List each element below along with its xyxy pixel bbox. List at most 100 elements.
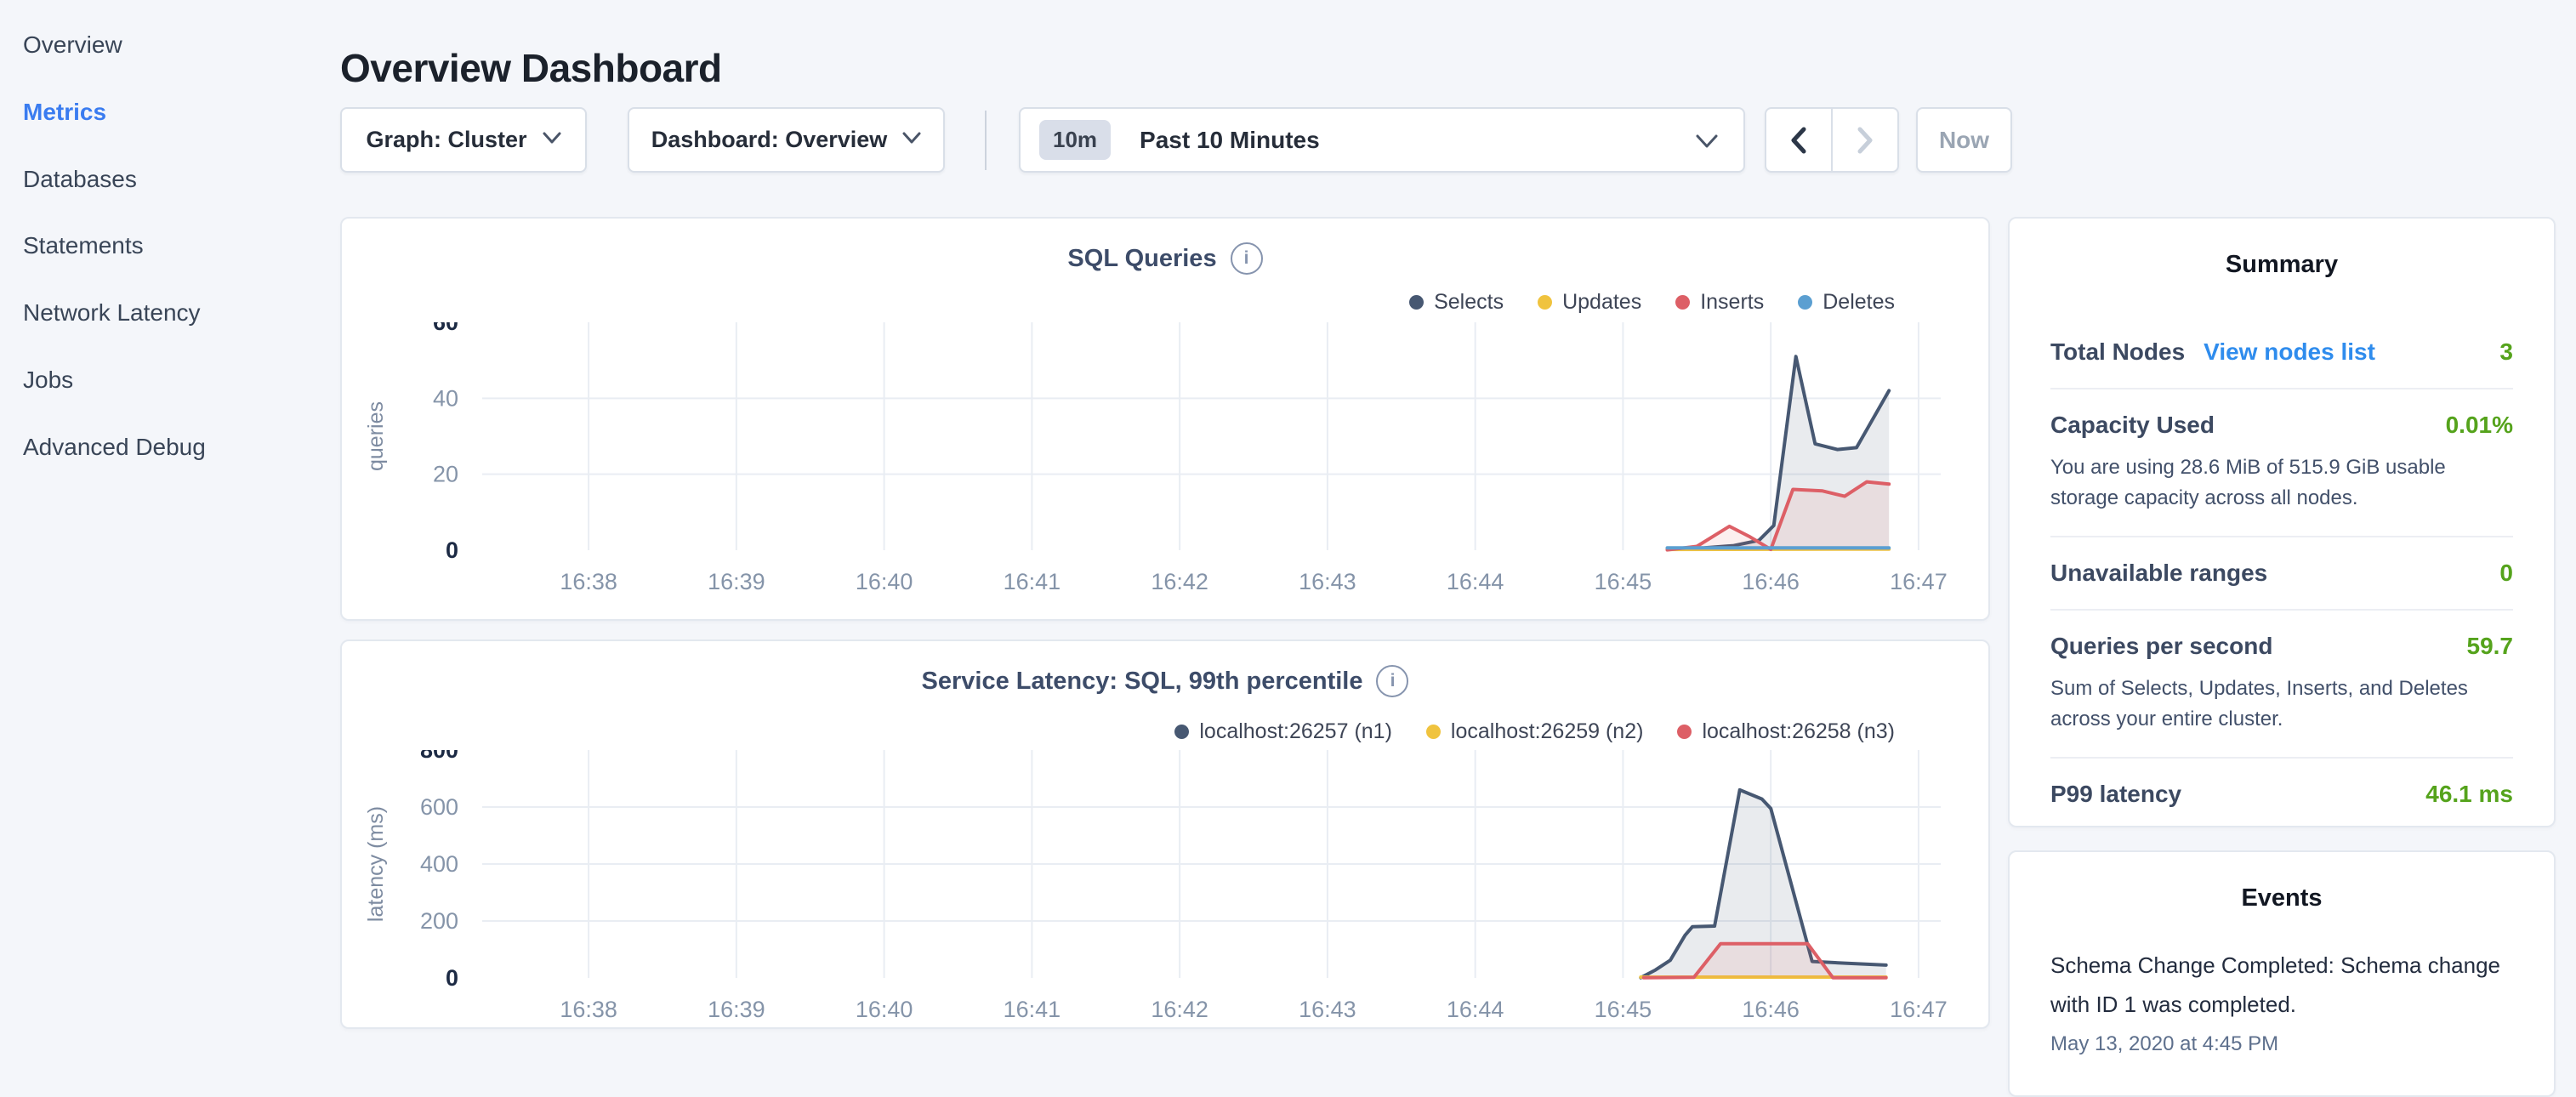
- x-tick-label: 16:39: [708, 569, 765, 594]
- legend-item[interactable]: Updates: [1538, 290, 1641, 315]
- legend-label: localhost:26258 (n3): [1702, 719, 1895, 744]
- legend-item[interactable]: localhost:26257 (n1): [1174, 719, 1392, 744]
- sidebar-item-metrics[interactable]: Metrics: [0, 79, 333, 146]
- sidebar-item-jobs[interactable]: Jobs: [0, 347, 333, 414]
- x-tick-label: 16:45: [1595, 997, 1652, 1022]
- y-tick-label: 40: [433, 385, 458, 411]
- y-tick-label: 600: [420, 794, 458, 820]
- summary-row: Capacity Used 0.01% You are using 28.6 MiB…: [2050, 388, 2513, 536]
- legend-item[interactable]: localhost:26258 (n3): [1677, 719, 1895, 744]
- summary-row-label: Queries per second: [2050, 633, 2272, 660]
- y-tick-label: 400: [420, 851, 458, 877]
- x-tick-label: 16:46: [1742, 997, 1800, 1022]
- chart-title: Service Latency: SQL, 99th percentile: [922, 668, 1363, 696]
- x-tick-label: 16:44: [1447, 569, 1504, 594]
- sidebar-item-statements[interactable]: Statements: [0, 213, 333, 280]
- legend-item[interactable]: Inserts: [1675, 290, 1764, 315]
- chevron-right-icon: [1854, 126, 1876, 155]
- x-tick-label: 16:45: [1595, 569, 1652, 594]
- summary-row-subtext: You are using 28.6 MiB of 515.9 GiB usab…: [2050, 452, 2513, 514]
- legend-item[interactable]: Deletes: [1798, 290, 1895, 315]
- time-range-dropdown[interactable]: 10m Past 10 Minutes: [1019, 107, 1745, 173]
- x-tick-label: 16:40: [856, 569, 913, 594]
- legend-label: Updates: [1562, 290, 1641, 315]
- sidebar-item-overview[interactable]: Overview: [0, 12, 333, 79]
- chevron-down-icon: [902, 132, 921, 149]
- chart-title: SQL Queries: [1067, 245, 1216, 273]
- event-timestamp: May 13, 2020 at 4:45 PM: [2050, 1032, 2513, 1056]
- summary-row-value: 59.7: [2467, 633, 2514, 660]
- summary-row: P99 latency 46.1 ms: [2050, 757, 2513, 830]
- now-button[interactable]: Now: [1916, 107, 2012, 173]
- x-tick-label: 16:39: [708, 997, 765, 1022]
- sidebar: OverviewMetricsDatabasesStatementsNetwor…: [0, 0, 333, 1063]
- page-title: Overview Dashboard: [340, 45, 722, 91]
- x-tick-label: 16:42: [1151, 997, 1208, 1022]
- summary-row: Queries per second 59.7 Sum of Selects, Up…: [2050, 609, 2513, 757]
- dashboard-dropdown-label: Dashboard: Overview: [651, 127, 888, 153]
- legend-label: Inserts: [1700, 290, 1764, 315]
- time-step-buttons: [1765, 107, 1899, 173]
- summary-row: Total Nodes View nodes list 3: [2050, 316, 2513, 388]
- legend-item[interactable]: Selects: [1409, 290, 1504, 315]
- legend-dot-icon: [1538, 295, 1552, 310]
- summary-row-label: P99 latency: [2050, 781, 2181, 808]
- y-tick-label: 0: [446, 965, 458, 991]
- legend-label: Selects: [1434, 290, 1504, 315]
- x-tick-label: 16:41: [1004, 997, 1061, 1022]
- summary-row-value: 3: [2499, 338, 2513, 366]
- events-panel-title: Events: [2010, 884, 2554, 912]
- time-step-forward-button[interactable]: [1833, 109, 1897, 171]
- summary-row-link[interactable]: View nodes list: [2204, 338, 2375, 366]
- summary-row-label: Total Nodes: [2050, 338, 2185, 366]
- legend-dot-icon: [1174, 725, 1189, 739]
- dashboard-dropdown[interactable]: Dashboard: Overview: [628, 107, 945, 173]
- summary-row-top: Queries per second 59.7: [2050, 633, 2513, 660]
- summary-row-label: Capacity Used: [2050, 412, 2215, 439]
- legend-label: localhost:26257 (n1): [1199, 719, 1392, 744]
- summary-row-subtext: Sum of Selects, Updates, Inserts, and De…: [2050, 674, 2513, 735]
- x-tick-label: 16:47: [1890, 997, 1948, 1022]
- x-tick-label: 16:40: [856, 997, 913, 1022]
- info-icon[interactable]: i: [1231, 242, 1263, 275]
- summary-row-top: Total Nodes View nodes list 3: [2050, 338, 2513, 366]
- legend-dot-icon: [1677, 725, 1692, 739]
- y-tick-label: 0: [446, 537, 458, 563]
- y-tick-label: 20: [433, 462, 458, 487]
- events-panel: Events Schema Change Completed: Schema c…: [2008, 850, 2556, 1097]
- x-tick-label: 16:43: [1299, 997, 1356, 1022]
- summary-row-top: Unavailable ranges0: [2050, 560, 2513, 587]
- sidebar-item-databases[interactable]: Databases: [0, 146, 333, 213]
- chart-legend: localhost:26257 (n1) localhost:26259 (n2)…: [1174, 719, 1895, 744]
- x-tick-label: 16:43: [1299, 569, 1356, 594]
- chart-plot: 16:3816:3916:4016:4116:4216:4316:4416:45…: [367, 750, 1966, 1029]
- legend-dot-icon: [1409, 295, 1424, 310]
- summary-panel-title: Summary: [2010, 251, 2554, 279]
- chevron-down-icon: [1696, 134, 1718, 153]
- chart-legend: Selects Updates Inserts Deletes: [1409, 290, 1895, 315]
- chevron-left-icon: [1788, 126, 1810, 155]
- legend-dot-icon: [1426, 725, 1441, 739]
- summary-row-value: 0.01%: [2446, 412, 2513, 439]
- summary-panel: Summary Total Nodes View nodes list 3 Capac…: [2008, 217, 2556, 827]
- x-tick-label: 16:41: [1004, 569, 1061, 594]
- legend-dot-icon: [1798, 295, 1812, 310]
- summary-row-value: 46.1 ms: [2425, 781, 2513, 808]
- x-tick-label: 16:42: [1151, 569, 1208, 594]
- event-text: Schema Change Completed: Schema change w…: [2050, 946, 2513, 1024]
- legend-item[interactable]: localhost:26259 (n2): [1426, 719, 1644, 744]
- event-list-item[interactable]: Schema Change Completed: Schema change w…: [2050, 946, 2513, 1056]
- now-button-label: Now: [1939, 127, 1989, 154]
- graph-scope-dropdown-label: Graph: Cluster: [366, 127, 526, 153]
- chart-title-row: Service Latency: SQL, 99th percentile i: [342, 665, 1988, 697]
- chart-title-row: SQL Queries i: [342, 242, 1988, 275]
- toolbar-divider: [985, 111, 987, 170]
- y-tick-label: 60: [433, 322, 458, 335]
- sidebar-item-network-latency[interactable]: Network Latency: [0, 280, 333, 347]
- info-icon[interactable]: i: [1376, 665, 1408, 697]
- time-step-back-button[interactable]: [1766, 109, 1831, 171]
- time-range-badge: 10m: [1039, 120, 1111, 160]
- legend-label: Deletes: [1823, 290, 1895, 315]
- sidebar-item-advanced-debug[interactable]: Advanced Debug: [0, 414, 333, 481]
- graph-scope-dropdown[interactable]: Graph: Cluster: [340, 107, 587, 173]
